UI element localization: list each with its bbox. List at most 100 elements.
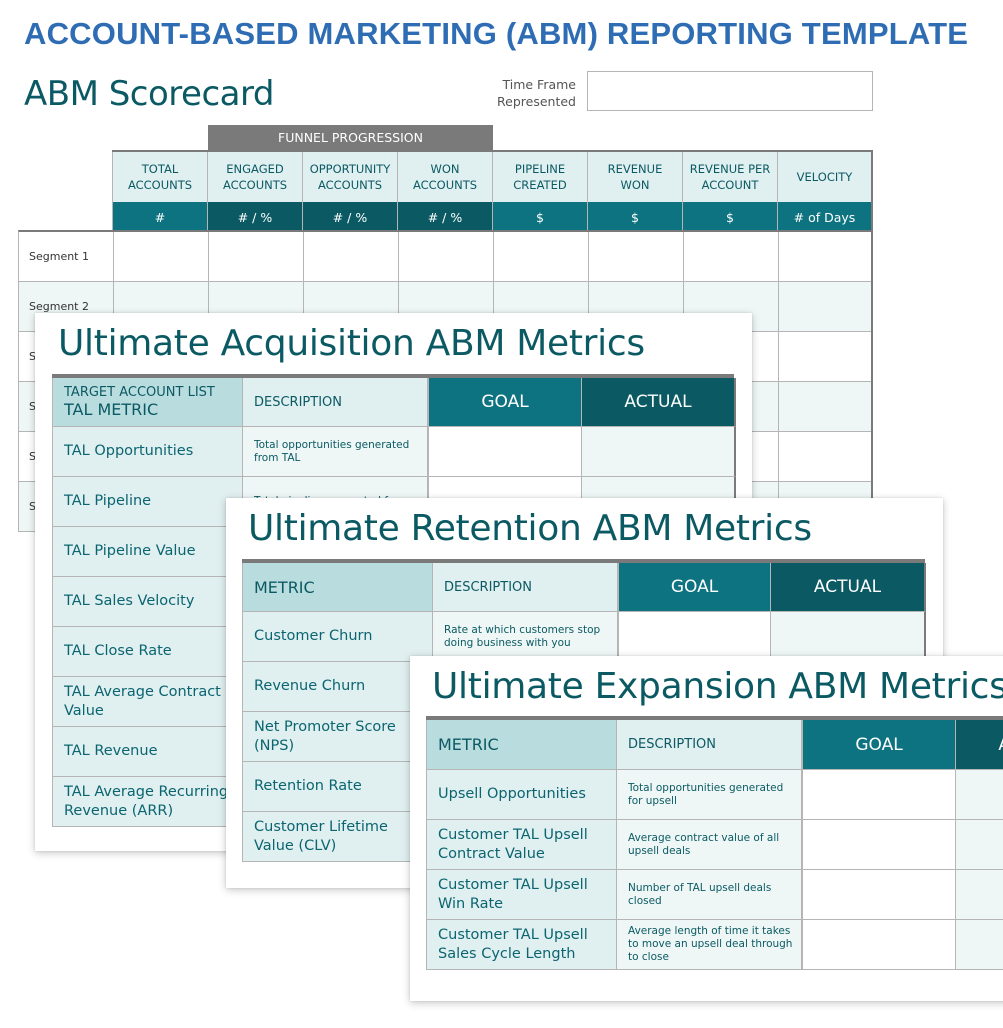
metric-description: Rate at which customers stop doing busin…	[433, 612, 618, 662]
metric-name: TAL Pipeline Value	[53, 527, 243, 577]
metric-name: TAL Average Contract Value	[53, 677, 243, 727]
scorecard-column-header: TOTAL ACCOUNTS	[112, 152, 207, 202]
actual-column-header: ACTUAL	[771, 563, 926, 612]
scorecard-value-cell[interactable]	[779, 382, 873, 431]
goal-column-header: GOAL	[802, 720, 956, 770]
metric-name: Retention Rate	[243, 762, 433, 812]
scorecard-value-cell[interactable]	[684, 232, 778, 281]
actual-input-cell[interactable]	[771, 612, 926, 662]
scorecard-row: Segment 1	[19, 232, 871, 282]
document-title: ACCOUNT-BASED MARKETING (ABM) REPORTING …	[24, 16, 969, 51]
scorecard-column-header: WON ACCOUNTS	[397, 152, 492, 202]
goal-input-cell[interactable]	[802, 770, 956, 820]
expansion-metrics-table: METRICDESCRIPTIONGOALACTUALUpsell Opport…	[426, 716, 1003, 970]
column-header-text: ENGAGED ACCOUNTS	[223, 161, 287, 193]
actual-input-cell[interactable]	[956, 870, 1003, 920]
column-header-text: OPPORTUNITY ACCOUNTS	[310, 161, 391, 193]
scorecard-value-cell[interactable]	[304, 232, 398, 281]
metric-row: Customer TAL Upsell Contract Value Averag…	[426, 820, 1003, 870]
column-header-text: REVENUE PER ACCOUNT	[690, 161, 771, 193]
actual-input-cell[interactable]	[956, 920, 1003, 970]
metric-name: Customer TAL Upsell Sales Cycle Length	[427, 920, 617, 970]
scorecard-header: TOTAL ACCOUNTS # ENGAGED ACCOUNTS # / % OPPORT…	[112, 150, 873, 232]
scorecard-value-cell[interactable]	[209, 232, 303, 281]
actual-input-cell[interactable]	[582, 427, 736, 477]
metric-description: Average length of time it takes to move …	[617, 920, 802, 970]
scorecard-column-header: PIPELINE CREATED	[492, 152, 587, 202]
description-column-header: DESCRIPTION	[243, 378, 428, 427]
column-header-line1: ENGAGED	[226, 162, 284, 176]
actual-column-header: ACTUAL	[956, 720, 1003, 770]
funnel-progression-header: FUNNEL PROGRESSION	[208, 125, 493, 150]
scorecard-value-cell[interactable]	[114, 232, 208, 281]
metric-row: Customer Churn Rate at which customers st…	[242, 612, 926, 662]
column-header-line1: WON	[430, 162, 460, 176]
goal-input-cell[interactable]	[802, 920, 956, 970]
scorecard-column-header: VELOCITY	[777, 152, 871, 202]
metric-column-header: TARGET ACCOUNT LIST TAL METRIC	[53, 378, 243, 427]
scorecard-value-cell[interactable]	[779, 282, 873, 331]
metric-row: TAL Opportunities Total opportunities gen…	[52, 427, 736, 477]
actual-column-header: ACTUAL	[582, 378, 736, 427]
goal-input-cell[interactable]	[428, 427, 582, 477]
scorecard-unit-cell: $	[587, 202, 682, 232]
goal-input-cell[interactable]	[802, 820, 956, 870]
scorecard-value-cell[interactable]	[779, 432, 873, 481]
column-header-text: VELOCITY	[797, 169, 853, 185]
expansion-metrics-card: Ultimate Expansion ABM Metrics METRIC DES…	[410, 656, 1003, 1001]
scorecard-column-header: REVENUE WON	[587, 152, 682, 202]
actual-input-cell[interactable]	[956, 770, 1003, 820]
goal-input-cell[interactable]	[802, 870, 956, 920]
scorecard-unit-cell: $	[682, 202, 777, 232]
scorecard-unit-cell: #	[112, 202, 207, 232]
table-header-row: METRIC DESCRIPTIONGOALACTUAL	[426, 720, 1003, 770]
metric-row: Customer TAL Upsell Win Rate Number of TA…	[426, 870, 1003, 920]
column-header-line2: ACCOUNTS	[127, 178, 193, 192]
metric-column-header: METRIC	[243, 563, 433, 612]
metric-row: Customer TAL Upsell Sales Cycle Length Av…	[426, 920, 1003, 970]
column-header-line1: PIPELINE	[514, 162, 566, 176]
metric-description: Total opportunities generated from TAL	[243, 427, 428, 477]
scorecard-unit-cell: # / %	[397, 202, 492, 232]
scorecard-column-header: REVENUE PER ACCOUNT	[682, 152, 777, 202]
column-header-text: WON ACCOUNTS	[413, 161, 477, 193]
column-header-line2: ACCOUNTS	[412, 178, 478, 192]
scorecard-value-cell[interactable]	[779, 332, 873, 381]
description-column-header: DESCRIPTION	[617, 720, 802, 770]
column-header-line2: ACCOUNTS	[317, 178, 383, 192]
metric-header-label: METRIC	[254, 577, 315, 597]
metric-name: TAL Revenue	[53, 727, 243, 777]
scorecard-unit-cell: $	[492, 202, 587, 232]
column-header-line2: ACCOUNT	[701, 178, 759, 192]
segment-label: Segment 1	[29, 250, 89, 263]
scorecard-column-header: ENGAGED ACCOUNTS	[207, 152, 302, 202]
metric-name: Customer Churn	[243, 612, 433, 662]
scorecard-value-cell[interactable]	[589, 232, 683, 281]
column-header-line2: WON	[620, 178, 650, 192]
metric-description: Average contract value of all upsell dea…	[617, 820, 802, 870]
metric-name: Customer TAL Upsell Contract Value	[427, 820, 617, 870]
metric-description: Number of TAL upsell deals closed	[617, 870, 802, 920]
scorecard-value-cell[interactable]	[779, 232, 873, 281]
metric-name: Customer TAL Upsell Win Rate	[427, 870, 617, 920]
column-header-line2: CREATED	[513, 178, 567, 192]
scorecard-value-cell[interactable]	[494, 232, 588, 281]
actual-input-cell[interactable]	[956, 820, 1003, 870]
time-frame-label-line2: Represented	[497, 94, 576, 109]
acquisition-title: Ultimate Acquisition ABM Metrics	[58, 323, 645, 364]
expansion-title: Ultimate Expansion ABM Metrics	[432, 666, 1003, 707]
scorecard-value-cell[interactable]	[399, 232, 493, 281]
time-frame-input[interactable]	[587, 71, 873, 111]
scorecard-unit-cell: # / %	[302, 202, 397, 232]
time-frame-label-line1: Time Frame	[502, 77, 576, 92]
metric-name: Upsell Opportunities	[427, 770, 617, 820]
metric-row: Upsell Opportunities Total opportunities …	[426, 770, 1003, 820]
metric-name: Revenue Churn	[243, 662, 433, 712]
metric-name: TAL Pipeline	[53, 477, 243, 527]
metric-header-subtitle: TARGET ACCOUNT LIST	[64, 385, 215, 400]
description-column-header: DESCRIPTION	[433, 563, 618, 612]
metric-header-label: METRIC	[438, 735, 499, 754]
goal-input-cell[interactable]	[618, 612, 771, 662]
table-header-row: METRIC DESCRIPTIONGOALACTUAL	[242, 563, 926, 612]
metric-name: TAL Sales Velocity	[53, 577, 243, 627]
